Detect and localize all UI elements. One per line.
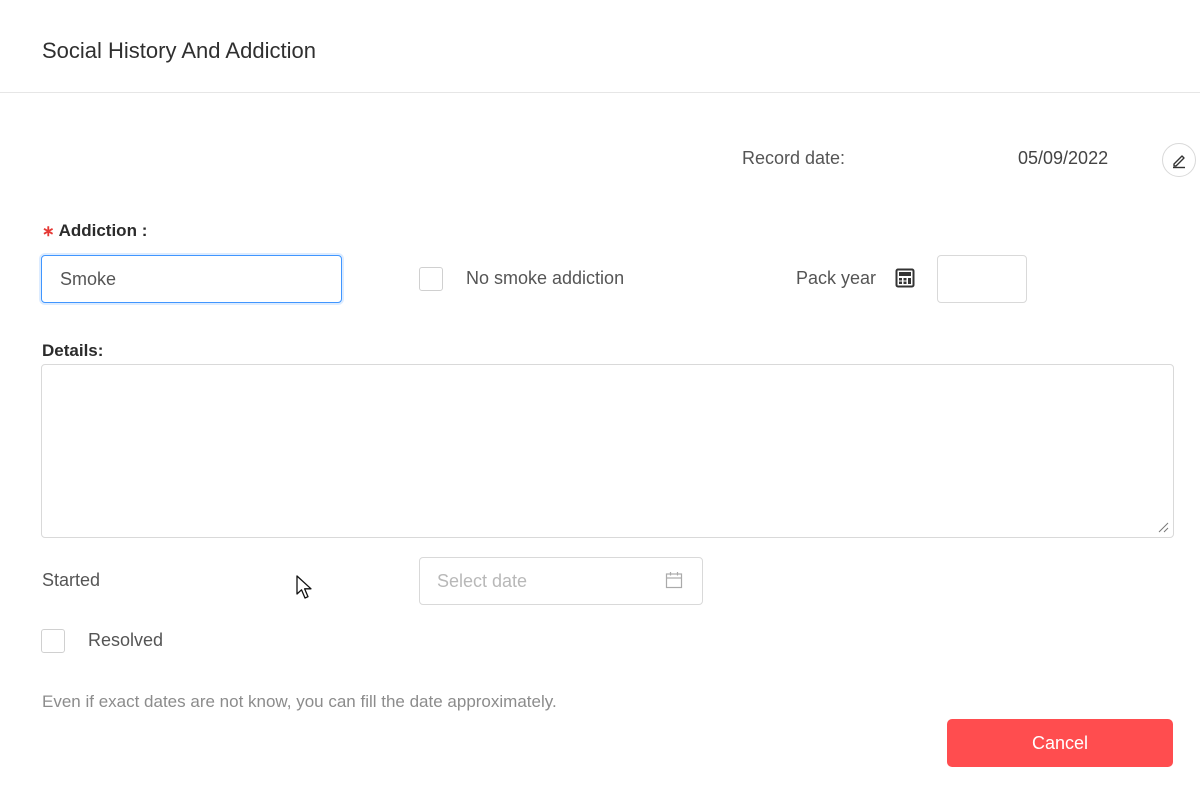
edit-record-date-button[interactable] xyxy=(1162,143,1196,177)
record-date-label: Record date: xyxy=(742,148,846,168)
details-label: Details: xyxy=(42,341,103,361)
modal-header: Social History And Addiction xyxy=(0,0,1200,93)
calculator-icon[interactable] xyxy=(895,268,915,288)
mouse-cursor-icon xyxy=(296,575,312,599)
addiction-input[interactable] xyxy=(41,255,342,303)
addiction-label: ∗ Addiction : xyxy=(42,221,147,241)
record-date-value: 05/09/2022 xyxy=(1018,148,1109,168)
no-smoke-addiction-checkbox[interactable] xyxy=(419,267,443,291)
addiction-label-colon: : xyxy=(141,221,148,240)
started-date-picker[interactable]: Select date xyxy=(419,557,703,605)
resize-handle-icon[interactable] xyxy=(1156,520,1170,534)
calendar-icon xyxy=(665,572,683,589)
resolved-checkbox[interactable] xyxy=(41,629,65,653)
details-label-text: Details xyxy=(42,341,98,360)
started-label: Started xyxy=(42,570,101,590)
pack-year-label: Pack year xyxy=(796,268,877,288)
details-label-colon: : xyxy=(97,341,104,360)
addiction-label-text: Addiction xyxy=(58,221,137,240)
no-smoke-addiction-label: No smoke addiction xyxy=(466,268,625,288)
resolved-label: Resolved xyxy=(88,630,164,650)
required-mark: ∗ xyxy=(42,223,55,240)
date-placeholder: Select date xyxy=(437,571,528,591)
date-hint-text: Even if exact dates are not know, you ca… xyxy=(42,692,557,711)
pencil-icon xyxy=(1173,155,1185,169)
cancel-button[interactable]: Cancel xyxy=(947,719,1173,767)
modal-title: Social History And Addiction xyxy=(42,38,316,63)
details-textarea[interactable] xyxy=(41,364,1174,538)
pack-year-input[interactable] xyxy=(937,255,1027,303)
